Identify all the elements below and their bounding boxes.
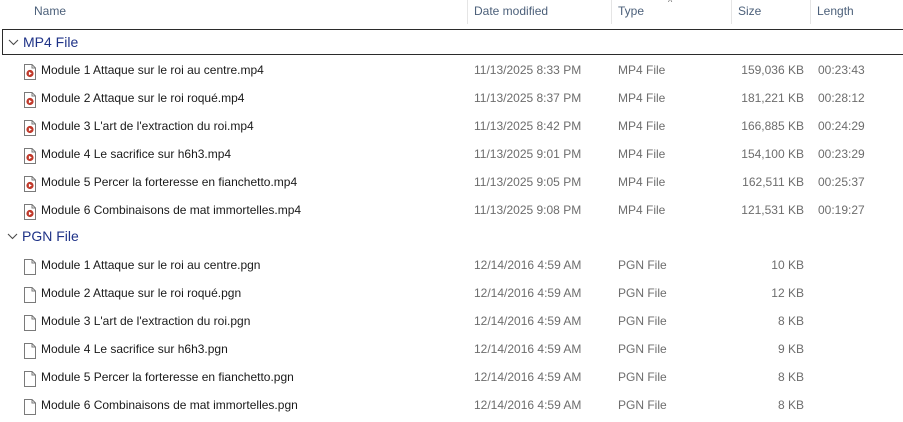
file-date-modified: 11/13/2025 8:33 PM [474, 63, 582, 77]
column-header-name[interactable]: Name [28, 0, 468, 24]
file-name: Module 4 Le sacrifice sur h6h3.mp4 [41, 147, 232, 161]
column-header-size[interactable]: Size [732, 0, 810, 24]
file-name: Module 3 L'art de l'extraction du roi.pg… [41, 314, 251, 328]
file-length [818, 391, 898, 419]
file-date-modified: 11/13/2025 9:08 PM [474, 203, 582, 217]
file-type: MP4 File [618, 63, 666, 77]
file-date-modified: 12/14/2016 4:59 AM [474, 398, 582, 412]
blank-file-icon [23, 397, 37, 415]
file-size: 159,036 KB [741, 63, 804, 77]
file-name: Module 6 Combinaisons de mat immortelles… [41, 398, 298, 412]
file-name: Module 1 Attaque sur le roi au centre.pg… [41, 258, 261, 272]
file-length: 00:23:43 [818, 63, 865, 77]
blank-file-icon [23, 285, 37, 303]
file-date-modified: 11/13/2025 8:42 PM [474, 119, 582, 133]
file-date-modified: 12/14/2016 4:59 AM [474, 258, 582, 272]
file-row[interactable]: Module 5 Percer la forteresse en fianche… [0, 363, 903, 391]
file-row[interactable]: Module 3 L'art de l'extraction du roi.mp… [0, 112, 903, 140]
file-size: 121,531 KB [741, 203, 804, 217]
file-size: 9 KB [777, 342, 804, 356]
blank-file-icon [23, 369, 37, 387]
file-type: PGN File [618, 398, 667, 412]
file-name: Module 2 Attaque sur le roi roqué.mp4 [41, 91, 245, 105]
file-length: 00:28:12 [818, 91, 865, 105]
file-row[interactable]: Module 1 Attaque sur le roi au centre.mp… [0, 56, 903, 84]
file-row[interactable]: Module 5 Percer la forteresse en fianche… [0, 168, 903, 196]
file-type: MP4 File [618, 147, 666, 161]
file-length: 00:23:29 [818, 147, 865, 161]
video-file-icon [23, 146, 37, 164]
file-size: 181,221 KB [741, 91, 804, 105]
file-type: MP4 File [618, 119, 666, 133]
file-row[interactable]: Module 4 Le sacrifice sur h6h3.mp4 11/13/… [0, 140, 903, 168]
file-type: PGN File [618, 342, 667, 356]
file-size: 8 KB [777, 314, 804, 328]
file-size: 10 KB [771, 258, 804, 272]
group-header[interactable]: MP4 File [2, 29, 903, 55]
file-type: MP4 File [618, 203, 666, 217]
file-type: PGN File [618, 258, 667, 272]
file-row[interactable]: Module 2 Attaque sur le roi roqué.mp4 11/… [0, 84, 903, 112]
video-file-icon [23, 174, 37, 192]
file-name: Module 3 L'art de l'extraction du roi.mp… [41, 119, 254, 133]
file-date-modified: 12/14/2016 4:59 AM [474, 370, 582, 384]
file-name: Module 5 Percer la forteresse en fianche… [41, 175, 298, 189]
file-date-modified: 12/14/2016 4:59 AM [474, 314, 582, 328]
group-label: PGN File [22, 228, 79, 244]
file-row[interactable]: Module 4 Le sacrifice sur h6h3.pgn 12/14/… [0, 335, 903, 363]
file-row[interactable]: Module 6 Combinaisons de mat immortelles… [0, 196, 903, 224]
file-length [818, 251, 898, 279]
video-file-icon [23, 118, 37, 136]
file-size: 12 KB [771, 286, 804, 300]
file-name: Module 4 Le sacrifice sur h6h3.pgn [41, 342, 228, 356]
file-length [818, 279, 898, 307]
blank-file-icon [23, 257, 37, 275]
column-header: Name Date modified Type ^ Size Length [0, 0, 903, 24]
file-size: 166,885 KB [741, 119, 804, 133]
file-date-modified: 11/13/2025 8:37 PM [474, 91, 582, 105]
file-size: 162,511 KB [742, 175, 804, 189]
file-date-modified: 12/14/2016 4:59 AM [474, 286, 582, 300]
video-file-icon [23, 202, 37, 220]
file-row[interactable]: Module 3 L'art de l'extraction du roi.pg… [0, 307, 903, 335]
column-header-length[interactable]: Length [811, 0, 903, 24]
file-date-modified: 11/13/2025 9:01 PM [474, 147, 582, 161]
blank-file-icon [23, 313, 37, 331]
file-name: Module 2 Attaque sur le roi roqué.pgn [41, 286, 242, 300]
file-type: MP4 File [618, 175, 666, 189]
file-length: 00:24:29 [818, 119, 865, 133]
video-file-icon [23, 62, 37, 80]
file-name: Module 1 Attaque sur le roi au centre.mp… [41, 63, 264, 77]
sort-indicator-icon: ^ [668, 0, 673, 7]
group-header[interactable]: PGN File [2, 224, 903, 250]
file-name: Module 5 Percer la forteresse en fianche… [41, 370, 294, 384]
file-size: 8 KB [777, 398, 804, 412]
file-type: PGN File [618, 314, 667, 328]
file-type: MP4 File [618, 91, 666, 105]
file-row[interactable]: Module 1 Attaque sur le roi au centre.pg… [0, 251, 903, 279]
file-size: 8 KB [777, 370, 804, 384]
column-header-date-modified[interactable]: Date modified [468, 0, 612, 24]
file-name: Module 6 Combinaisons de mat immortelles… [41, 203, 302, 217]
chevron-down-icon[interactable] [6, 224, 18, 248]
file-size: 154,100 KB [741, 147, 804, 161]
file-row[interactable]: Module 6 Combinaisons de mat immortelles… [0, 391, 903, 419]
video-file-icon [23, 90, 37, 108]
file-date-modified: 12/14/2016 4:59 AM [474, 342, 582, 356]
file-length [818, 307, 898, 335]
file-length [818, 363, 898, 391]
chevron-down-icon[interactable] [7, 30, 19, 54]
file-type: PGN File [618, 370, 667, 384]
file-row[interactable]: Module 2 Attaque sur le roi roqué.pgn 12/… [0, 279, 903, 307]
file-length [818, 335, 898, 363]
group-label: MP4 File [23, 34, 79, 50]
blank-file-icon [23, 341, 37, 359]
file-length: 00:19:27 [818, 203, 865, 217]
file-date-modified: 11/13/2025 9:05 PM [474, 175, 582, 189]
file-type: PGN File [618, 286, 667, 300]
file-length: 00:25:37 [818, 175, 865, 189]
